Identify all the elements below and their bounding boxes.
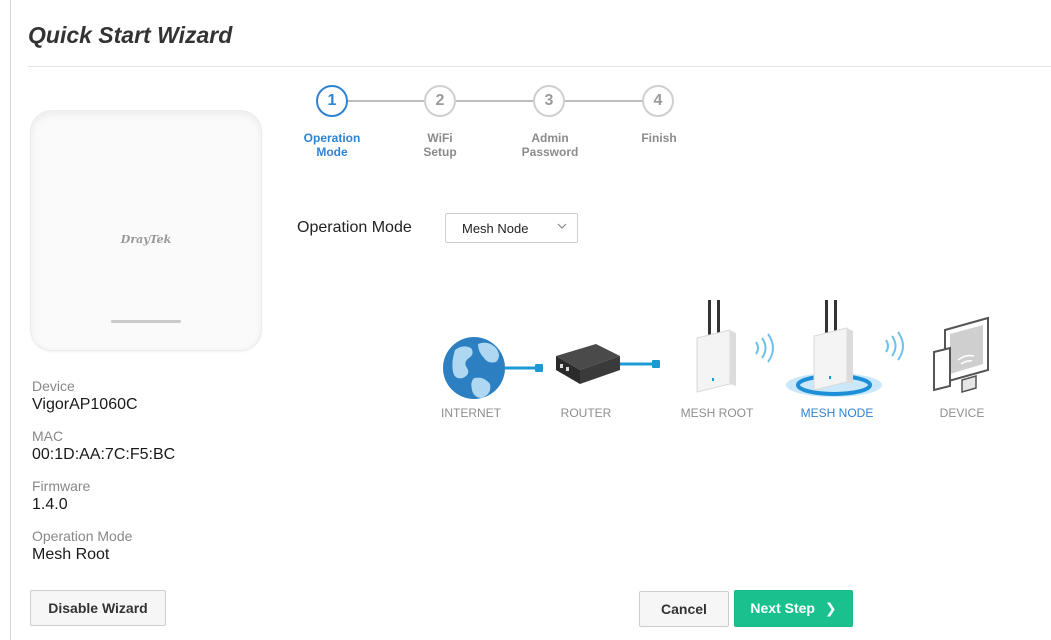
- step-3-label: Admin Password: [505, 131, 595, 159]
- device-led-strip: [111, 320, 181, 323]
- mesh-node-ap-icon: [813, 300, 853, 391]
- wifi-signal-icon: [885, 331, 904, 361]
- operation-mode-field-label: Operation Mode: [297, 219, 412, 236]
- brand-logo: DrayTek: [120, 233, 172, 246]
- step-1-label: Operation Mode: [287, 131, 377, 159]
- step-2-label: WiFi Setup: [395, 131, 485, 159]
- operation-mode-label: Operation Mode: [32, 528, 133, 544]
- topology-label-router: ROUTER: [560, 406, 612, 420]
- device-info: Device VigorAP1060C MAC 00:1D:AA:7C:F5:B…: [32, 378, 262, 578]
- cancel-button[interactable]: Cancel: [639, 591, 729, 627]
- next-step-label: Next Step: [750, 600, 815, 616]
- title-divider: [28, 66, 1051, 67]
- next-step-button[interactable]: Next Step ❯: [734, 590, 853, 627]
- step-4-circle: 4: [642, 85, 674, 117]
- mac-value: 00:1D:AA:7C:F5:BC: [32, 446, 176, 463]
- device-value: VigorAP1060C: [32, 396, 138, 413]
- firmware-value: 1.4.0: [32, 496, 68, 513]
- step-1-label-line2: Mode: [316, 145, 348, 159]
- step-1-circle: 1: [316, 85, 348, 117]
- device-label: Device: [32, 378, 75, 394]
- topology-label-mesh-root: MESH ROOT: [680, 406, 754, 420]
- mac-label: MAC: [32, 428, 64, 444]
- step-2-label-line2: Setup: [423, 145, 457, 159]
- topology-label-internet: INTERNET: [441, 406, 501, 420]
- chevron-right-icon: ❯: [824, 600, 837, 616]
- page-title: Quick Start Wizard: [28, 22, 233, 48]
- wifi-signal-icon: [755, 333, 774, 363]
- step-3-label-line1: Admin: [531, 131, 569, 145]
- chevron-down-icon: [557, 223, 567, 229]
- operation-mode-value: Mesh Root: [32, 546, 110, 563]
- router-icon: [556, 344, 620, 384]
- topology-label-device: DEVICE: [939, 406, 985, 420]
- disable-wizard-button[interactable]: Disable Wizard: [30, 590, 166, 626]
- step-3-label-line2: Password: [521, 145, 579, 159]
- step-3-circle: 3: [533, 85, 565, 117]
- firmware-label: Firmware: [32, 478, 91, 494]
- step-connector: [565, 100, 642, 102]
- topology-label-mesh-node: MESH NODE: [800, 406, 874, 420]
- step-4-label: Finish: [614, 131, 704, 145]
- operation-mode-selected: Mesh Node: [462, 221, 529, 236]
- operation-mode-select[interactable]: Mesh Node: [445, 213, 578, 243]
- step-4-label-line1: Finish: [641, 131, 677, 145]
- device-image: DrayTek: [30, 110, 262, 351]
- step-connector: [348, 100, 424, 102]
- left-border: [10, 0, 11, 640]
- step-connector: [456, 100, 533, 102]
- device-icon: [933, 316, 989, 393]
- step-2-circle: 2: [424, 85, 456, 117]
- step-1-label-line1: Operation: [303, 131, 361, 145]
- mesh-root-ap-icon: [696, 300, 736, 393]
- globe-icon: [443, 337, 505, 399]
- step-2-label-line1: WiFi: [427, 131, 453, 145]
